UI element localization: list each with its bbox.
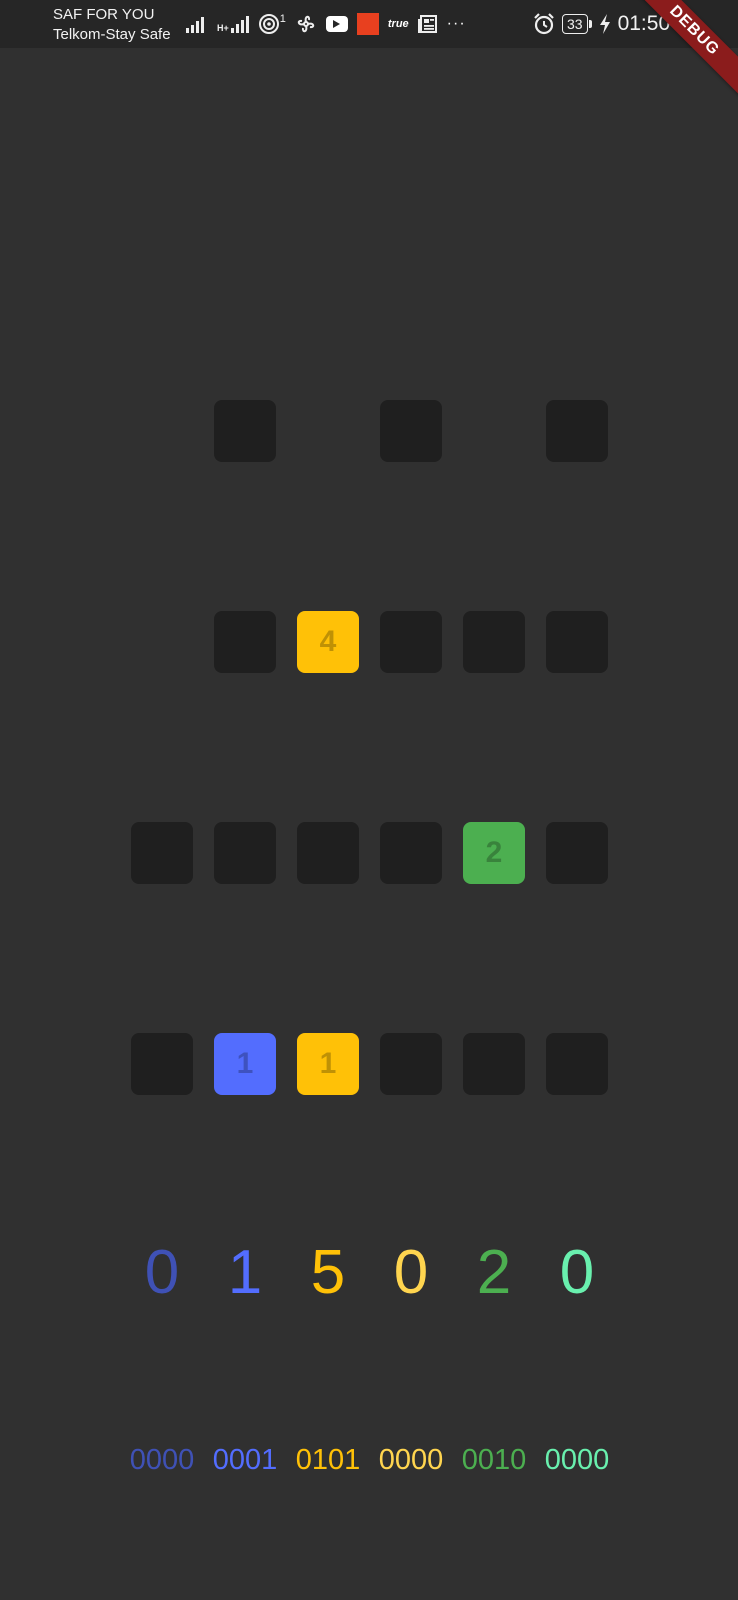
binary-clock-grid: 4211 <box>0 0 738 1600</box>
clock-cell-row1-col1 <box>131 1033 193 1095</box>
decimal-digit-6: 0 <box>559 1238 595 1307</box>
clock-cell-row2-col5: 2 <box>463 822 525 884</box>
clock-cell-row1-col5 <box>463 1033 525 1095</box>
binary-digit-5: 0010 <box>461 1444 527 1476</box>
clock-cell-row2-col6 <box>546 822 608 884</box>
binary-digit-3: 0101 <box>295 1444 361 1476</box>
clock-cell-row2-col4 <box>380 822 442 884</box>
clock-cell-row8-col6 <box>546 400 608 462</box>
clock-cell-row1-col6 <box>546 1033 608 1095</box>
clock-cell-row4-col6 <box>546 611 608 673</box>
clock-cell-row1-col3: 1 <box>297 1033 359 1095</box>
decimal-digit-1: 0 <box>144 1238 180 1307</box>
clock-cell-row2-col2 <box>214 822 276 884</box>
binary-time-display: 0000 0001 0101 0000 0010 0000 <box>0 1440 738 1480</box>
binary-digit-2: 0001 <box>212 1444 278 1476</box>
clock-cell-row8-col2 <box>214 400 276 462</box>
binary-digit-1: 0000 <box>129 1444 195 1476</box>
clock-cell-row1-col2: 1 <box>214 1033 276 1095</box>
binary-digit-4: 0000 <box>378 1444 444 1476</box>
clock-cell-row1-col4 <box>380 1033 442 1095</box>
decimal-digit-5: 2 <box>476 1238 512 1307</box>
decimal-digit-3: 5 <box>310 1238 346 1307</box>
clock-cell-row8-col4 <box>380 400 442 462</box>
decimal-digit-2: 1 <box>227 1238 263 1307</box>
decimal-digit-4: 0 <box>393 1238 429 1307</box>
binary-digit-6: 0000 <box>544 1444 610 1476</box>
clock-cell-row4-col2 <box>214 611 276 673</box>
clock-cell-row4-col4 <box>380 611 442 673</box>
decimal-time-display: 015020 <box>0 1238 738 1318</box>
clock-cell-row4-col3: 4 <box>297 611 359 673</box>
clock-cell-row4-col5 <box>463 611 525 673</box>
clock-cell-row2-col3 <box>297 822 359 884</box>
clock-cell-row2-col1 <box>131 822 193 884</box>
